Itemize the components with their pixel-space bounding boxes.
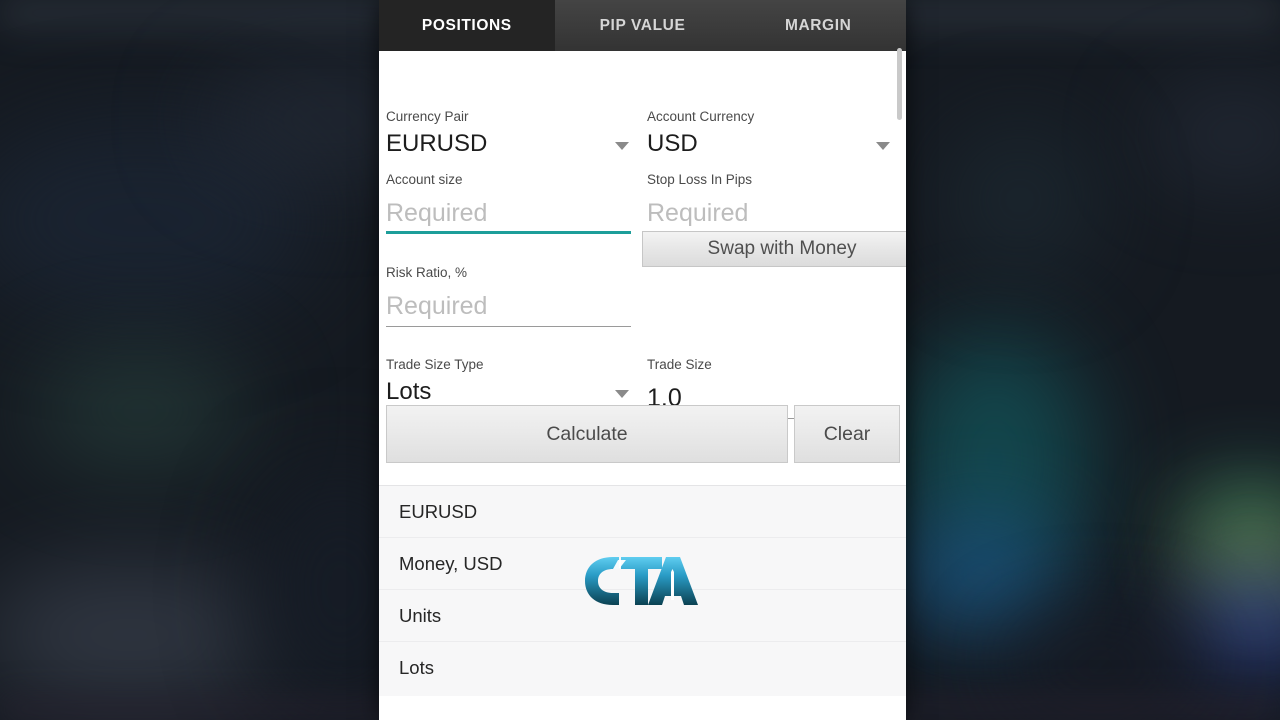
result-label: Lots <box>399 657 434 678</box>
risk-ratio-placeholder: Required <box>386 292 488 320</box>
stop-loss-placeholder: Required <box>647 199 749 227</box>
tab-positions[interactable]: POSITIONS <box>379 0 555 51</box>
chevron-down-icon <box>615 390 629 398</box>
background-blob <box>1150 90 1280 180</box>
result-row: Units <box>379 590 906 642</box>
account-size-underline <box>386 231 631 234</box>
field-trade-size-type: Trade Size Type Lots <box>386 357 631 407</box>
field-currency-pair: Currency Pair EURUSD <box>386 109 631 159</box>
clear-label: Clear <box>823 422 871 445</box>
result-label: Units <box>399 604 442 626</box>
risk-ratio-underline <box>386 326 631 327</box>
field-label: Currency Pair <box>386 109 469 124</box>
field-account-currency: Account Currency USD <box>647 109 892 159</box>
field-label: Risk Ratio, % <box>386 265 468 280</box>
field-label: Trade Size Type <box>386 357 484 372</box>
account-size-input[interactable]: Required <box>386 194 631 234</box>
tab-margin[interactable]: MARGIN <box>730 0 906 51</box>
result-label: Money, USD <box>399 552 503 574</box>
background-blob <box>30 350 250 470</box>
field-label: Stop Loss In Pips <box>647 172 753 187</box>
chevron-down-icon <box>876 142 890 150</box>
swap-with-money-label: Swap with Money <box>707 238 857 259</box>
risk-ratio-input[interactable]: Required <box>386 287 631 327</box>
result-label: EURUSD <box>399 500 478 522</box>
field-label: Account Currency <box>647 109 755 124</box>
field-label: Account size <box>386 172 463 187</box>
result-row: EURUSD <box>379 486 906 538</box>
account-currency-value: USD <box>647 130 698 157</box>
swap-with-money-button[interactable]: Swap with Money <box>642 231 906 267</box>
field-account-size: Account size Required <box>386 172 631 234</box>
result-row: Lots <box>379 642 906 694</box>
trade-size-type-value: Lots <box>386 378 432 405</box>
chevron-down-icon <box>615 142 629 150</box>
account-currency-dropdown[interactable]: USD <box>647 129 892 159</box>
currency-pair-dropdown[interactable]: EURUSD <box>386 129 631 159</box>
results-list: EURUSD Money, USD Units Lots <box>379 485 906 696</box>
background-blob <box>900 520 1060 630</box>
background-blob <box>940 120 1100 280</box>
calculate-button[interactable]: Calculate <box>386 405 788 463</box>
currency-pair-value: EURUSD <box>386 130 488 157</box>
field-stop-loss-in-pips: Stop Loss In Pips Required <box>647 172 889 234</box>
tab-pip-value[interactable]: PIP VALUE <box>554 0 731 51</box>
stop-loss-input[interactable]: Required <box>647 194 889 234</box>
background-blob <box>1190 590 1280 650</box>
trade-size-type-dropdown[interactable]: Lots <box>386 377 631 407</box>
field-risk-ratio: Risk Ratio, % Required <box>386 265 631 327</box>
panel-scrollbar[interactable] <box>897 48 902 120</box>
calculate-label: Calculate <box>546 422 628 445</box>
result-row: Money, USD <box>379 538 906 590</box>
tab-bar: POSITIONS PIP VALUE MARGIN <box>379 0 906 51</box>
clear-button[interactable]: Clear <box>794 405 900 463</box>
account-size-placeholder: Required <box>386 199 488 227</box>
field-label: Trade Size <box>647 357 712 372</box>
